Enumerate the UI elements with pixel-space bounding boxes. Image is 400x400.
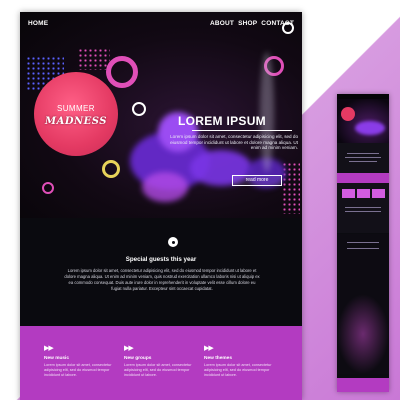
mobile-image-block	[337, 294, 389, 374]
hero-description: Lorem ipsum dolor sit amet, consectetur …	[170, 134, 298, 151]
mobile-text-line	[347, 242, 379, 243]
decor-ring	[102, 160, 120, 178]
service-title: New music	[44, 356, 70, 361]
mobile-card	[372, 189, 385, 198]
mobile-text-line	[349, 161, 377, 162]
mobile-block	[337, 234, 389, 294]
decor-ring	[132, 102, 146, 116]
service-text: Lorem ipsum dolor sit amet, consectetur …	[204, 363, 272, 377]
guests-description: Lorem ipsum dolor sit amet, consectetur …	[64, 268, 260, 291]
mobile-text-block	[337, 143, 389, 173]
fast-forward-icon: ▶▶	[204, 345, 214, 352]
decor-dot-grid	[78, 48, 110, 70]
mobile-smoke	[355, 121, 385, 135]
badge-madness-text: MADNESS	[45, 116, 107, 127]
hero-section: HOME ABOUT SHOP CONTACT SUMMER MADNESS L…	[20, 12, 302, 218]
service-item: ▶▶ New groups Lorem ipsum dolor sit amet…	[124, 344, 194, 378]
decor-ring	[42, 182, 54, 194]
service-title: New themes	[204, 356, 232, 361]
mobile-badge-circle	[341, 107, 355, 121]
nav-home-link[interactable]: HOME	[28, 20, 48, 27]
service-text: Lorem ipsum dolor sit amet, consectetur …	[44, 363, 112, 377]
top-nav: HOME ABOUT SHOP CONTACT	[20, 20, 302, 32]
read-more-button[interactable]: read more	[232, 175, 282, 186]
nav-links: ABOUT SHOP CONTACT	[210, 20, 294, 27]
mobile-mockup	[337, 94, 389, 392]
mobile-hero	[337, 99, 389, 143]
service-item: ▶▶ New themes Lorem ipsum dolor sit amet…	[204, 344, 274, 378]
mobile-footer-band	[337, 378, 389, 392]
decor-ring	[106, 56, 138, 88]
badge-summer-text: SUMMER	[57, 104, 95, 113]
hero-title: LOREM IPSUM	[178, 114, 266, 128]
smoke-cloud	[142, 172, 188, 202]
mobile-text-line	[345, 211, 381, 212]
record-icon	[168, 237, 178, 247]
smoke-cloud	[260, 52, 274, 172]
nav-contact-link[interactable]: CONTACT	[261, 20, 294, 27]
mobile-card	[342, 189, 355, 198]
mobile-text-line	[347, 153, 379, 154]
fast-forward-icon: ▶▶	[44, 345, 54, 352]
service-title: New groups	[124, 356, 152, 361]
fast-forward-icon: ▶▶	[124, 345, 134, 352]
nav-shop-link[interactable]: SHOP	[238, 20, 257, 27]
guests-title: Special guests this year	[125, 256, 197, 263]
services-section: ▶▶ New music Lorem ipsum dolor sit amet,…	[20, 326, 302, 400]
hero-divider	[192, 130, 292, 131]
mobile-text-line	[345, 207, 381, 208]
service-text: Lorem ipsum dolor sit amet, consectetur …	[124, 363, 192, 377]
nav-about-link[interactable]: ABOUT	[210, 20, 234, 27]
service-item: ▶▶ New music Lorem ipsum dolor sit amet,…	[44, 344, 114, 378]
mobile-services-band	[337, 173, 389, 183]
summer-badge-circle	[34, 72, 118, 156]
mobile-text-line	[345, 157, 381, 158]
mobile-block	[337, 183, 389, 233]
mobile-card	[357, 189, 370, 198]
mobile-text-line	[347, 248, 379, 249]
desktop-mockup: HOME ABOUT SHOP CONTACT SUMMER MADNESS L…	[20, 12, 302, 400]
